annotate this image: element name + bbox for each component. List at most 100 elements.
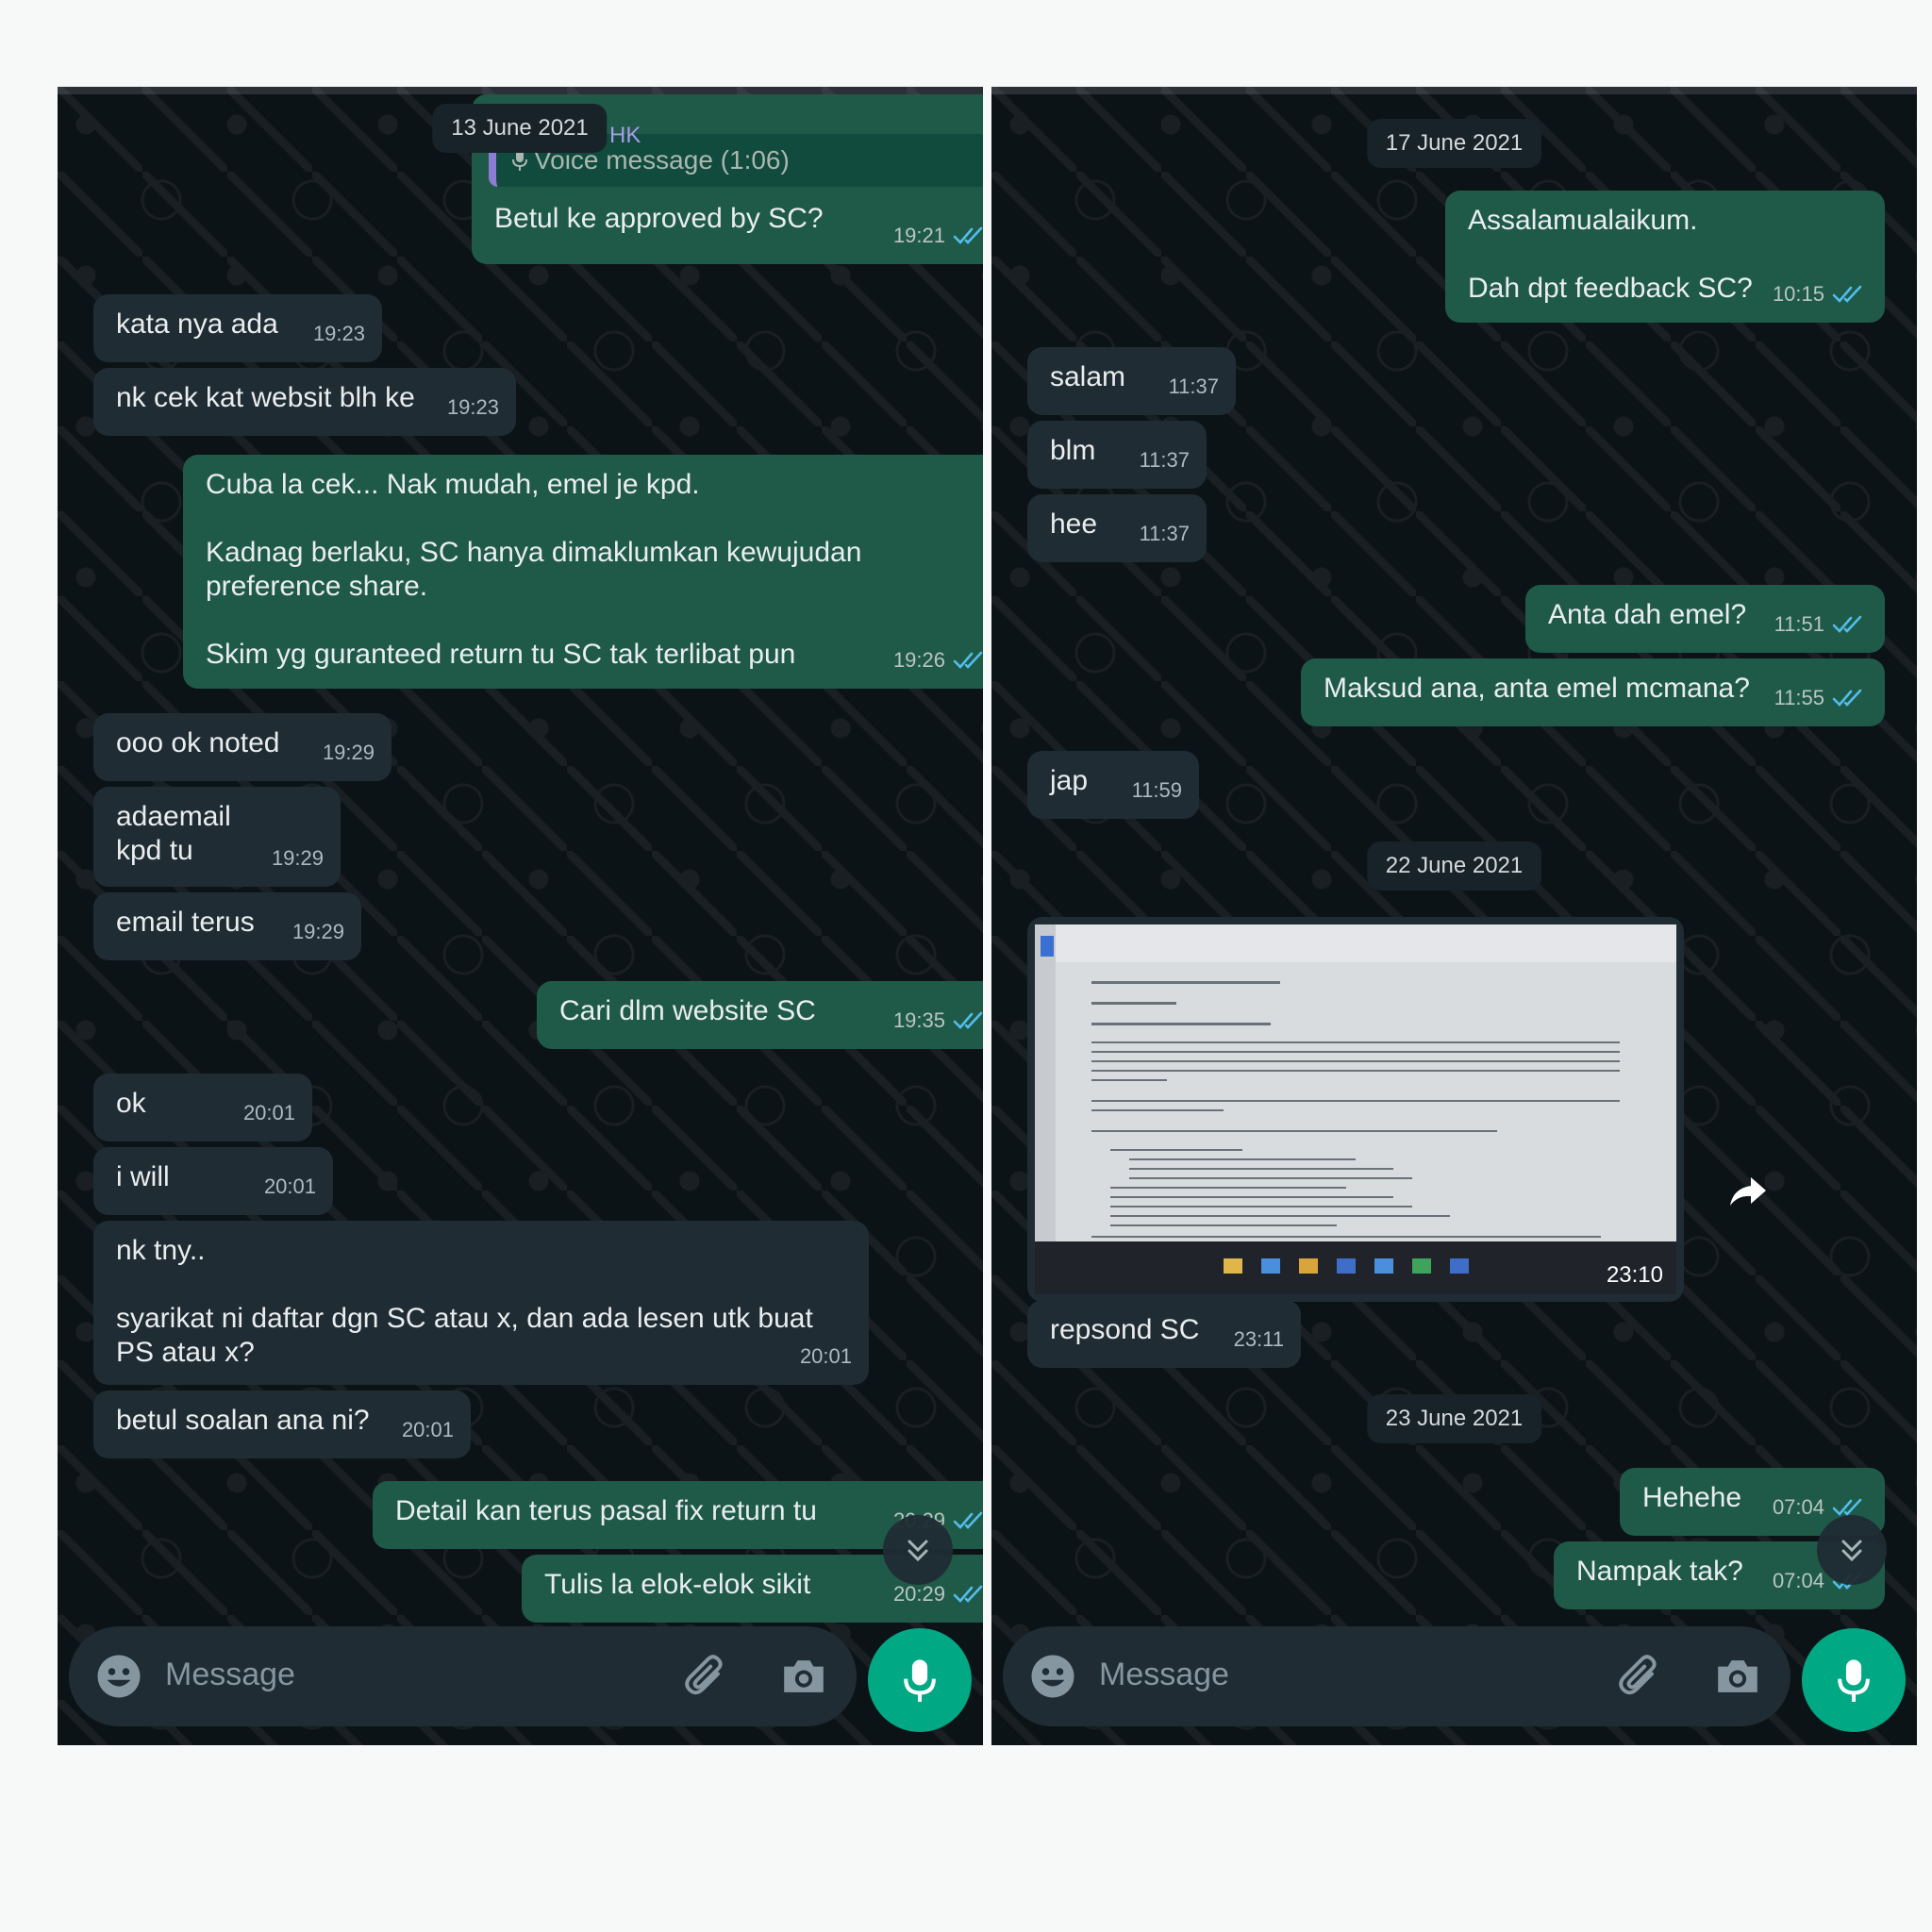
attach-icon[interactable] — [681, 1652, 730, 1701]
date-chip: 17 June 2021 — [1366, 119, 1542, 168]
message-meta: 11:59 — [1132, 774, 1182, 808]
message-bubble-outgoing[interactable]: Assalamualaikum. Dah dpt feedback SC? 10… — [1445, 191, 1885, 323]
message-time: 19:35 — [892, 1008, 945, 1032]
message-time: 10:15 — [1772, 282, 1824, 306]
scroll-down-icon — [899, 1531, 937, 1569]
message-meta: 19:29 — [292, 915, 344, 949]
date-chip: 22 June 2021 — [1366, 841, 1542, 891]
message-meta: 20:01 — [243, 1096, 295, 1130]
double-check-icon — [1832, 284, 1868, 305]
message-bubble-incoming[interactable]: nk tny.. syarikat ni daftar dgn SC atau … — [93, 1221, 869, 1385]
message-time: 11:55 — [1774, 686, 1824, 709]
message-bubble-outgoing[interactable]: Cari dlm website SC 19:35 — [537, 981, 983, 1049]
message-time: 11:37 — [1139, 522, 1190, 545]
message-bubble-incoming[interactable]: kata nya ada 19:23 — [93, 294, 382, 362]
date-chip: 13 June 2021 — [432, 104, 608, 153]
chat-panel-right: 17 June 2021 Assalamualaikum. Dah dpt fe… — [991, 87, 1917, 1745]
message-time: 20:01 — [401, 1418, 454, 1441]
message-bubble-incoming[interactable]: repsond SC 23:11 — [1027, 1300, 1301, 1368]
message-time: 11:37 — [1168, 375, 1219, 398]
message-meta: 11:51 — [1774, 608, 1868, 641]
message-bubble-incoming[interactable]: nk cek kat websit blh ke 19:23 — [93, 368, 516, 436]
message-meta: 19:35 — [893, 1004, 983, 1038]
image-message[interactable]: 23:10 — [1027, 917, 1684, 1302]
message-time: 11:59 — [1131, 778, 1182, 802]
message-bubble-incoming[interactable]: betul soalan ana ni? 20:01 — [93, 1391, 471, 1458]
message-input-placeholder[interactable]: Message — [1099, 1657, 1229, 1693]
mic-icon — [894, 1655, 945, 1706]
camera-icon[interactable] — [1713, 1652, 1762, 1701]
message-meta: 19:26 — [893, 643, 983, 677]
message-input-placeholder[interactable]: Message — [165, 1657, 295, 1693]
scroll-down-button[interactable] — [883, 1515, 953, 1585]
message-meta: 20:01 — [264, 1170, 316, 1204]
message-bubble-incoming[interactable]: blm 11:37 — [1027, 421, 1207, 489]
message-meta: 19:21 — [893, 219, 983, 253]
message-meta: 19:23 — [313, 317, 365, 351]
email-screenshot-photo — [1035, 924, 1676, 1294]
message-input-bar[interactable]: Message — [1003, 1626, 1790, 1726]
message-time: 23:11 — [1233, 1327, 1284, 1351]
message-time: 19:26 — [892, 648, 945, 672]
message-text: nk cek kat websit blh ke — [116, 382, 415, 413]
message-meta: 11:37 — [1140, 517, 1190, 551]
message-text: betul soalan ana ni? — [116, 1405, 370, 1436]
message-bubble-incoming[interactable]: hee 11:37 — [1027, 494, 1207, 562]
message-time: 19:29 — [291, 920, 344, 943]
double-check-icon — [953, 1584, 983, 1605]
message-meta: 19:29 — [323, 736, 375, 770]
message-time: 19:29 — [271, 846, 324, 870]
message-time: 07:04 — [1772, 1569, 1824, 1592]
double-check-icon — [1832, 614, 1868, 635]
double-check-icon — [953, 225, 983, 246]
message-time: 19:23 — [446, 395, 499, 419]
camera-icon[interactable] — [779, 1652, 828, 1701]
emoji-icon[interactable] — [95, 1653, 142, 1700]
message-bubble-incoming[interactable]: email terus 19:29 — [93, 892, 361, 960]
message-time: 07:04 — [1772, 1495, 1824, 1519]
message-text: nk tny.. syarikat ni daftar dgn SC atau … — [116, 1235, 813, 1368]
message-bubble-incoming[interactable]: i will 20:01 — [93, 1147, 333, 1215]
scroll-down-button[interactable] — [1817, 1515, 1887, 1585]
message-meta: 20:01 — [402, 1413, 454, 1447]
message-time: 19:29 — [322, 741, 375, 764]
message-bubble-incoming[interactable]: ok 20:01 — [93, 1074, 312, 1141]
quoted-sender: HK — [609, 123, 641, 148]
message-bubble-incoming[interactable]: jap 11:59 — [1027, 751, 1199, 819]
attach-icon[interactable] — [1615, 1652, 1664, 1701]
message-text: Cuba la cek... Nak mudah, emel je kpd. K… — [206, 469, 862, 670]
double-check-icon — [953, 1510, 983, 1531]
double-check-icon — [953, 650, 983, 671]
message-bubble-outgoing[interactable]: Maksud ana, anta emel mcmana? 11:55 — [1301, 658, 1885, 726]
scroll-down-icon — [1833, 1531, 1871, 1569]
message-bubble-outgoing[interactable]: Anta dah emel? 11:51 — [1525, 585, 1885, 653]
message-meta: 10:15 — [1773, 277, 1868, 311]
mic-button[interactable] — [868, 1628, 972, 1732]
message-bubble-incoming[interactable]: salam 11:37 — [1027, 347, 1236, 415]
message-bubble-outgoing[interactable]: Cuba la cek... Nak mudah, emel je kpd. K… — [183, 455, 983, 689]
message-time: 11:51 — [1774, 612, 1824, 636]
message-meta: 19:23 — [447, 391, 499, 425]
message-bubble-incoming[interactable]: adaemail kpd tu 19:29 — [93, 787, 341, 887]
message-time: 20:01 — [263, 1174, 316, 1198]
message-time: 20:01 — [799, 1344, 852, 1368]
message-input-bar[interactable]: Message — [69, 1626, 857, 1726]
forward-icon[interactable] — [1726, 1174, 1770, 1211]
message-time: 23:10 — [1606, 1262, 1663, 1288]
emoji-icon[interactable] — [1029, 1653, 1076, 1700]
message-time: 19:21 — [892, 224, 945, 247]
message-bubble-incoming[interactable]: ooo ok noted 19:29 — [93, 713, 391, 781]
message-meta: 11:55 — [1774, 681, 1868, 715]
message-meta: 23:11 — [1234, 1323, 1284, 1357]
message-meta: 19:29 — [272, 841, 324, 875]
mic-icon — [1828, 1655, 1879, 1706]
message-meta: 11:37 — [1140, 443, 1190, 477]
chat-panel-left: HK Voice message (1:06) Betul ke approve… — [58, 87, 983, 1745]
message-time: 19:23 — [312, 322, 365, 345]
mic-button[interactable] — [1802, 1628, 1906, 1732]
date-chip: 23 June 2021 — [1366, 1394, 1542, 1443]
message-time: 20:01 — [242, 1101, 295, 1124]
message-meta: 11:37 — [1169, 370, 1219, 404]
double-check-icon — [953, 1010, 983, 1031]
message-time: 11:37 — [1139, 448, 1190, 472]
